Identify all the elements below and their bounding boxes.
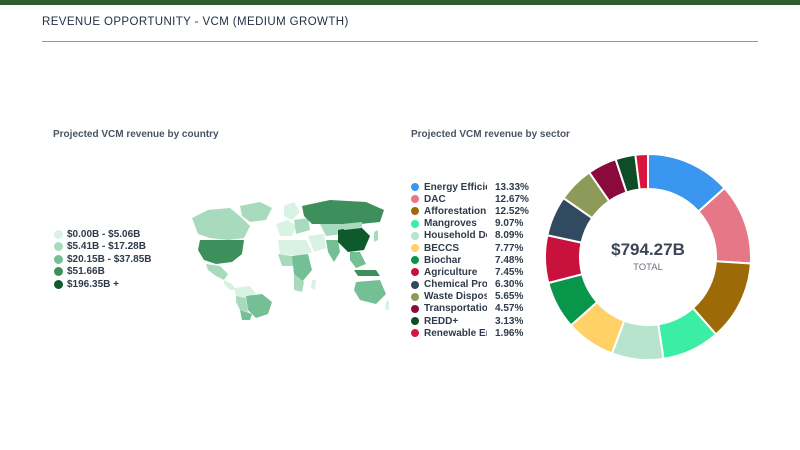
sector-legend-item[interactable]: Afforestation 12.52%: [411, 205, 533, 217]
sector-legend-percent: 5.65%: [495, 291, 524, 303]
map-region-russia[interactable]: [302, 200, 384, 224]
map-region-new-zealand[interactable]: [385, 300, 389, 310]
map-region-mexico[interactable]: [206, 264, 228, 280]
map-region-middle-east[interactable]: [308, 234, 326, 252]
sector-legend-percent: 12.67%: [495, 193, 529, 205]
sector-legend-label: Renewable Ene: [424, 327, 487, 339]
sector-legend-label: Energy Efficie: [424, 181, 487, 193]
sector-legend-percent: 7.48%: [495, 254, 524, 266]
donut-total-value: $794.27B: [611, 240, 685, 259]
map-region-eastern-europe[interactable]: [294, 218, 310, 234]
sector-legend-item[interactable]: Energy Efficie 13.33%: [411, 181, 533, 193]
sector-legend-label: Waste Disposa: [424, 291, 487, 303]
sector-legend-label: DAC: [424, 193, 446, 205]
sector-legend-label: REDD+: [424, 315, 459, 327]
sector-legend-percent: 7.45%: [495, 266, 524, 278]
sector-legend-label: Agriculture: [424, 266, 478, 278]
map-region-canada[interactable]: [192, 208, 250, 240]
sector-legend-percent: 4.57%: [495, 303, 524, 315]
map-legend-item: $20.15B - $37.85B: [54, 253, 152, 266]
map-region-india[interactable]: [326, 240, 340, 262]
sector-legend-item[interactable]: Transportation 4.57%: [411, 303, 533, 315]
sector-legend-label: Household Dev: [424, 230, 487, 242]
sector-legend-item[interactable]: Household Dev 8.09%: [411, 230, 533, 242]
sector-legend-item[interactable]: Biochar 7.48%: [411, 254, 533, 266]
map-legend-item: $5.41B - $17.28B: [54, 241, 152, 254]
map-region-western-europe[interactable]: [276, 220, 296, 236]
map-region-southeast-asia[interactable]: [350, 252, 366, 268]
sector-legend-label: Biochar: [424, 254, 462, 266]
map-region-peru-bolivia[interactable]: [236, 296, 248, 312]
map-legend-label: $20.15B - $37.85B: [67, 253, 152, 265]
top-accent-bar: [0, 0, 800, 5]
map-region-north-africa[interactable]: [278, 240, 312, 256]
sector-legend-item[interactable]: DAC 12.67%: [411, 193, 533, 205]
sector-legend-swatch: [411, 304, 419, 313]
sector-legend-swatch: [411, 268, 419, 277]
sector-legend-label: BECCS: [424, 242, 460, 254]
sector-legend-percent: 12.52%: [495, 205, 529, 217]
map-region-west-africa[interactable]: [278, 254, 294, 266]
sector-legend-percent: 13.33%: [495, 181, 529, 193]
map-legend-swatch: [54, 267, 63, 277]
map-region-indonesia[interactable]: [354, 270, 380, 276]
map-legend-label: $0.00B - $5.06B: [67, 228, 141, 240]
map-legend-item: $51.66B: [54, 266, 152, 279]
sector-legend-percent: 7.77%: [495, 242, 524, 254]
map-legend-swatch: [54, 242, 63, 252]
sector-legend-label: Transportation: [424, 303, 487, 315]
sector-legend-item[interactable]: Mangroves 9.07%: [411, 218, 533, 230]
map-legend-item: $196.35B +: [54, 278, 152, 291]
sector-legend-swatch: [411, 244, 419, 253]
map-region-greenland[interactable]: [240, 202, 272, 222]
map-region-usa[interactable]: [198, 240, 244, 264]
sector-legend-swatch: [411, 219, 419, 228]
world-choropleth-map[interactable]: [180, 190, 390, 320]
sector-legend-percent: 8.09%: [495, 230, 524, 242]
sector-panel-title: Projected VCM revenue by sector: [411, 129, 570, 140]
sector-legend-item[interactable]: Renewable Ene 1.96%: [411, 327, 533, 339]
map-legend-label: $51.66B: [67, 266, 105, 278]
sector-legend-label: Afforestation: [424, 205, 487, 217]
sector-legend-item[interactable]: REDD+ 3.13%: [411, 315, 533, 327]
sector-legend-swatch: [411, 256, 419, 265]
sector-legend-swatch: [411, 292, 419, 301]
page-title: REVENUE OPPORTUNITY - VCM (MEDIUM GROWTH…: [42, 16, 349, 28]
map-legend-swatch: [54, 279, 63, 289]
sector-legend-swatch: [411, 195, 419, 204]
sector-legend-label: Mangroves: [424, 218, 477, 230]
sector-legend-swatch: [411, 231, 419, 240]
sector-legend-swatch: [411, 329, 419, 338]
sector-legend-swatch: [411, 207, 419, 216]
map-region-japan[interactable]: [374, 230, 378, 242]
sector-legend-percent: 9.07%: [495, 218, 524, 230]
sector-legend: Energy Efficie 13.33% DAC 12.67% Afforestati…: [411, 181, 533, 339]
sector-legend-percent: 6.30%: [495, 279, 524, 291]
map-region-madagascar[interactable]: [311, 280, 316, 290]
sector-legend-item[interactable]: Agriculture 7.45%: [411, 266, 533, 278]
map-legend-swatch: [54, 229, 63, 239]
donut-total-label: TOTAL: [633, 262, 663, 273]
sector-legend-item[interactable]: Waste Disposa 5.65%: [411, 291, 533, 303]
map-legend: $0.00B - $5.06B $5.41B - $17.28B $20.15B -…: [54, 228, 152, 291]
sector-legend-label: Chemical Proc: [424, 279, 487, 291]
map-region-scandinavia[interactable]: [284, 202, 300, 220]
sector-legend-percent: 1.96%: [495, 327, 524, 339]
sector-legend-item[interactable]: Chemical Proc 6.30%: [411, 279, 533, 291]
map-legend-swatch: [54, 254, 63, 264]
map-region-china[interactable]: [338, 226, 370, 252]
sector-legend-swatch: [411, 183, 419, 192]
map-legend-item: $0.00B - $5.06B: [54, 228, 152, 241]
map-legend-label: $5.41B - $17.28B: [67, 241, 146, 253]
map-region-australia[interactable]: [354, 280, 386, 304]
sector-legend-swatch: [411, 280, 419, 289]
sector-legend-swatch: [411, 317, 419, 326]
map-legend-label: $196.35B +: [67, 278, 119, 290]
sector-legend-item[interactable]: BECCS 7.77%: [411, 242, 533, 254]
title-divider: [42, 41, 758, 42]
sector-legend-percent: 3.13%: [495, 315, 524, 327]
map-panel-title: Projected VCM revenue by country: [53, 129, 219, 140]
